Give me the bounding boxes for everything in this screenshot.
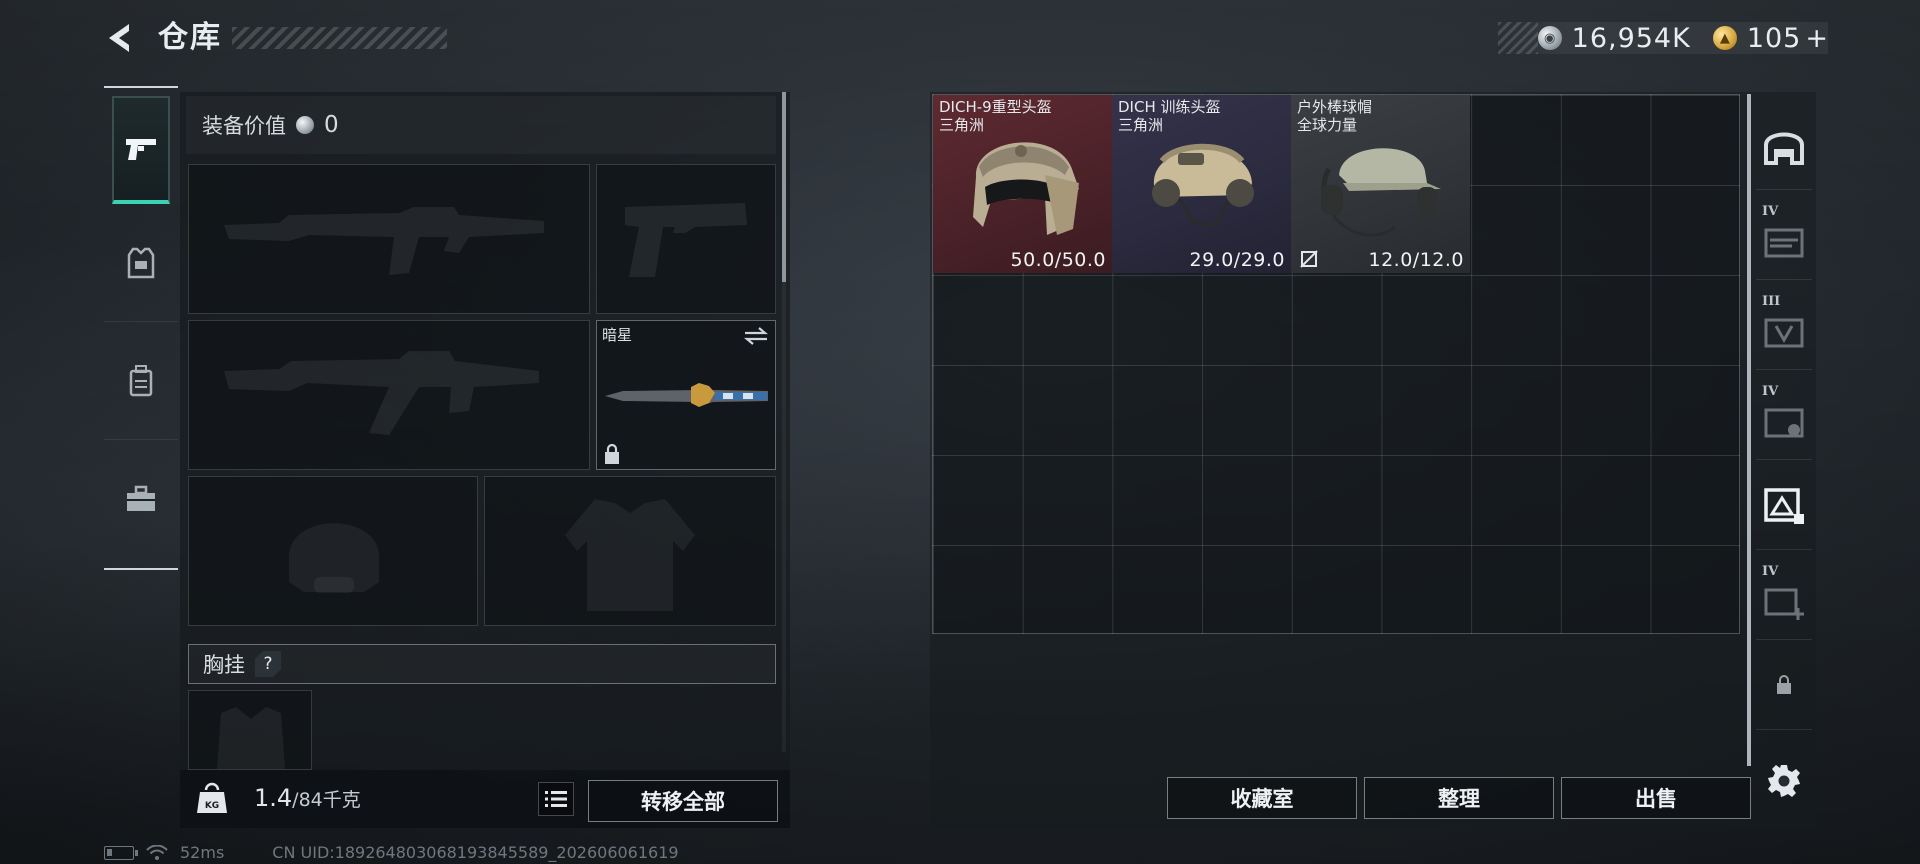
collection-room-button[interactable]: 收藏室 bbox=[1167, 777, 1357, 819]
rail-tab-helmet-category[interactable] bbox=[1756, 100, 1812, 190]
tier-label: IV bbox=[1762, 204, 1779, 219]
list-icon bbox=[545, 791, 567, 807]
rifle-silhouette-icon bbox=[224, 351, 539, 435]
silver-coin-icon: ◉ bbox=[1537, 26, 1562, 50]
helmet-slot[interactable] bbox=[188, 476, 478, 626]
gear-icon bbox=[1768, 765, 1800, 797]
cap-headset-icon bbox=[1321, 148, 1441, 237]
gold-currency-value[interactable]: 105 bbox=[1747, 23, 1802, 54]
melee-item-name: 暗星 bbox=[602, 326, 633, 344]
item-name: 户外棒球帽 bbox=[1297, 98, 1373, 116]
chest-rig-header: 胸挂 ? bbox=[188, 644, 776, 684]
silver-coin-icon bbox=[296, 116, 314, 134]
back-button[interactable] bbox=[100, 18, 140, 58]
weight-readout: 1.4/84千克 bbox=[254, 784, 361, 812]
gear-crate-icon bbox=[1764, 318, 1804, 347]
pistol-silhouette-icon bbox=[625, 203, 747, 277]
back-arrow-icon bbox=[109, 24, 129, 52]
rifle-silhouette-icon bbox=[224, 207, 544, 275]
no-insurance-icon bbox=[1300, 250, 1318, 268]
rail-tab-container-2[interactable]: III bbox=[1756, 280, 1812, 370]
tier-label: IV bbox=[1762, 384, 1779, 399]
armor-silhouette-icon bbox=[565, 499, 695, 611]
backpack-icon bbox=[129, 364, 153, 396]
storage-item-baseball-cap[interactable]: 户外棒球帽 全球力量 12.0/12.0 bbox=[1291, 95, 1470, 273]
rail-tab-collection-box[interactable] bbox=[1756, 460, 1812, 550]
knife-icon bbox=[605, 383, 768, 407]
medical-crate-icon bbox=[1764, 408, 1804, 437]
weight-max: /84千克 bbox=[292, 789, 361, 811]
list-view-button[interactable] bbox=[538, 782, 574, 816]
ping-readout: 52ms bbox=[180, 843, 225, 862]
organize-button[interactable]: 整理 bbox=[1364, 777, 1554, 819]
gold-currency-add[interactable]: + bbox=[1805, 23, 1828, 54]
tier-label: III bbox=[1762, 294, 1781, 309]
equipment-panel: 装备价值 0 暗星 胸挂 ? KG 1.4/84千克 转移全部 bbox=[180, 92, 790, 828]
toolbox-icon bbox=[127, 485, 155, 511]
svg-text:KG: KG bbox=[205, 801, 219, 811]
training-helmet-icon bbox=[1152, 143, 1254, 227]
sidearm-slot[interactable] bbox=[596, 164, 776, 314]
item-origin: 全球力量 bbox=[1297, 116, 1358, 134]
battery-icon bbox=[104, 845, 138, 860]
melee-slot[interactable]: 暗星 bbox=[596, 320, 776, 470]
body-armor-slot[interactable] bbox=[484, 476, 776, 626]
storage-item-dich-training-helmet[interactable]: DICH 训练头盔 三角洲 29.0/29.0 bbox=[1112, 95, 1291, 273]
helmet-silhouette-icon bbox=[289, 523, 379, 593]
wifi-icon bbox=[146, 844, 168, 860]
help-icon[interactable]: ? bbox=[255, 651, 281, 677]
weight-icon: KG bbox=[197, 782, 227, 813]
equipment-value-header: 装备价值 0 bbox=[186, 96, 776, 154]
item-durability: 50.0/50.0 bbox=[1010, 249, 1106, 271]
nav-armor[interactable] bbox=[104, 204, 178, 322]
sell-button[interactable]: 出售 bbox=[1561, 777, 1751, 819]
user-uid: CN UID:1892648030681938455​89_2026060616… bbox=[272, 843, 679, 862]
nav-backpack[interactable] bbox=[104, 322, 178, 440]
armor-vest-icon bbox=[127, 247, 155, 278]
item-durability: 29.0/29.0 bbox=[1189, 249, 1285, 271]
lock-icon bbox=[605, 443, 619, 464]
item-name: DICH-9重型头盔 bbox=[939, 98, 1052, 116]
add-container-icon bbox=[1764, 588, 1804, 620]
silver-currency-value: 16,954K bbox=[1571, 22, 1691, 54]
equipment-scrollbar-thumb[interactable] bbox=[782, 92, 786, 282]
settings-button[interactable] bbox=[1756, 736, 1812, 826]
item-origin: 三角洲 bbox=[1118, 116, 1164, 134]
equipment-value: 0 bbox=[324, 112, 339, 138]
equipment-category-nav bbox=[104, 86, 178, 570]
lock-icon bbox=[1777, 674, 1791, 694]
secondary-weapon-slot[interactable] bbox=[188, 320, 590, 470]
heavy-helmet-icon bbox=[973, 142, 1079, 235]
rail-tab-locked[interactable] bbox=[1756, 640, 1812, 730]
system-status-bar: 52ms CN UID:1892648030681938455​89_20260… bbox=[104, 843, 679, 862]
collection-box-icon bbox=[1764, 487, 1804, 524]
tier-label: IV bbox=[1762, 564, 1779, 579]
storage-item-dich9-helmet[interactable]: DICH-9重型头盔 三角洲 50.0/50.0 bbox=[933, 95, 1112, 273]
gold-coin-icon: ▲ bbox=[1712, 26, 1737, 50]
swap-arrows-icon[interactable] bbox=[743, 325, 769, 347]
equipment-value-label: 装备价值 bbox=[202, 114, 286, 138]
item-durability: 12.0/12.0 bbox=[1368, 249, 1464, 271]
pistol-icon bbox=[126, 139, 156, 160]
item-name: DICH 训练头盔 bbox=[1118, 98, 1221, 116]
rifle-crate-icon bbox=[1764, 228, 1804, 257]
primary-weapon-slot[interactable] bbox=[188, 164, 590, 314]
container-rail-divider bbox=[1747, 94, 1751, 766]
currency-bar: ◉ 16,954K ▲ 105 + bbox=[1497, 22, 1828, 54]
nav-toolbox[interactable] bbox=[104, 440, 178, 558]
nav-weapons[interactable] bbox=[112, 96, 170, 204]
rail-tab-add-container[interactable]: IV bbox=[1756, 550, 1812, 640]
weight-current: 1.4 bbox=[254, 784, 293, 812]
chest-rig-slot[interactable] bbox=[188, 690, 312, 770]
transfer-all-button[interactable]: 转移全部 bbox=[588, 780, 778, 822]
rail-tab-container-1[interactable]: IV bbox=[1756, 190, 1812, 280]
page-title: 仓库 bbox=[158, 20, 222, 55]
chest-rig-label: 胸挂 bbox=[203, 653, 245, 677]
rail-tab-container-3[interactable]: IV bbox=[1756, 370, 1812, 460]
chest-rig-silhouette-icon bbox=[217, 707, 285, 769]
equipment-footer: KG 1.4/84千克 转移全部 bbox=[180, 770, 790, 828]
helmet-category-icon bbox=[1764, 132, 1804, 165]
item-origin: 三角洲 bbox=[939, 116, 985, 134]
title-decoration bbox=[232, 27, 447, 49]
